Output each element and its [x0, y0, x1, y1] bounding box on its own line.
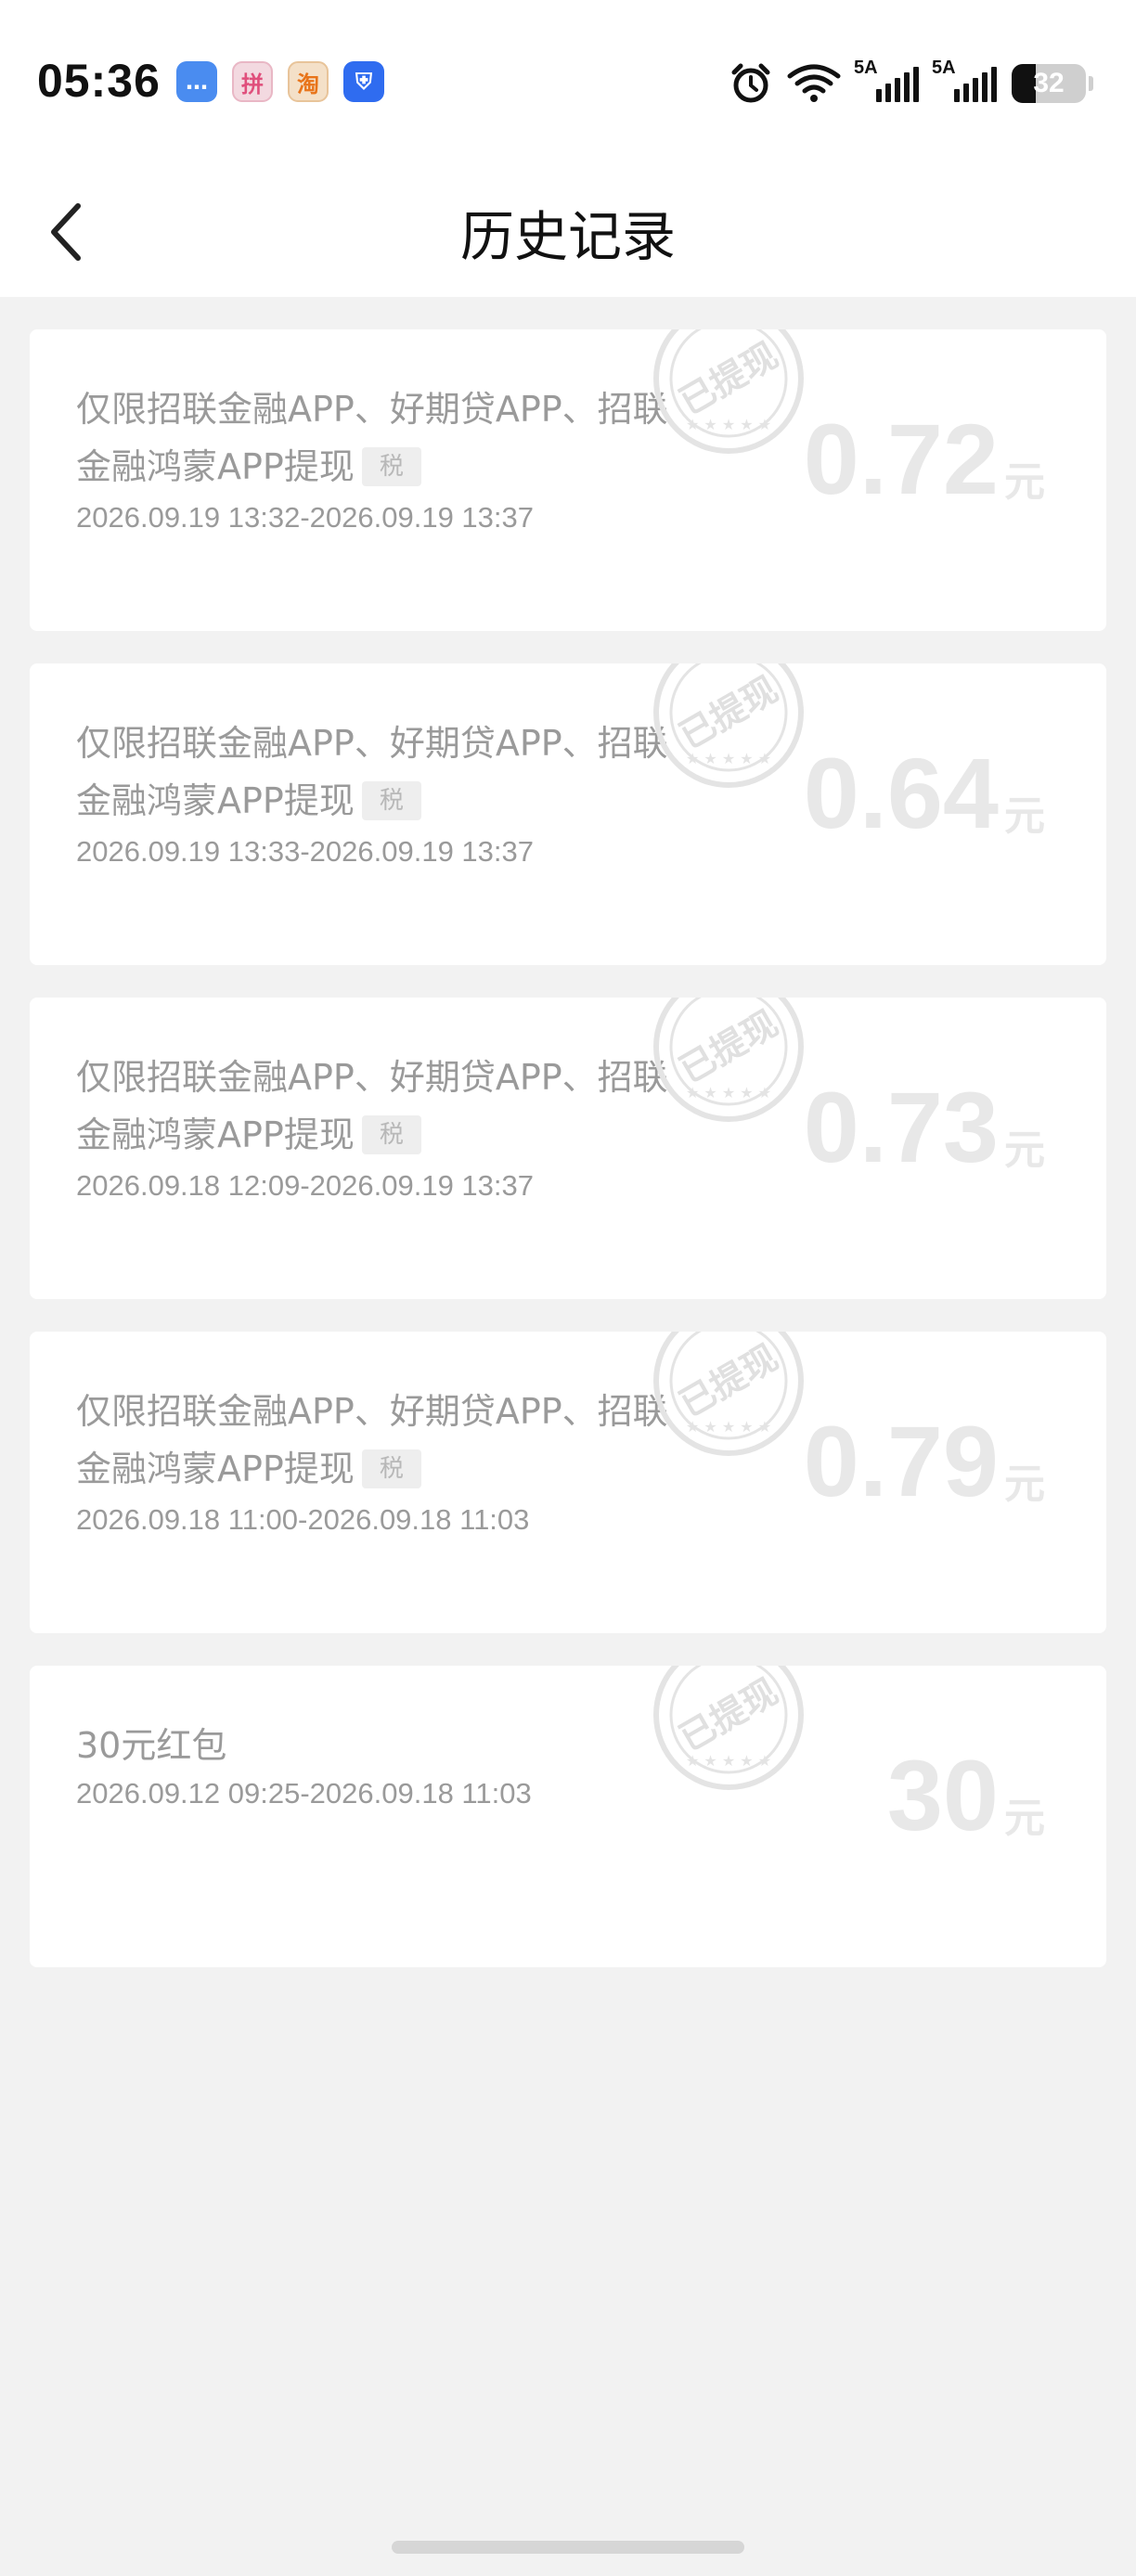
- record-description: 仅限招联金融APP、好期贷APP、招联金融鸿蒙APP提现税: [76, 1057, 668, 1155]
- tax-badge: 税: [361, 1449, 421, 1488]
- record-list: 仅限招联金融APP、好期贷APP、招联金融鸿蒙APP提现税 2026.09.19…: [30, 329, 1106, 2000]
- svg-text:已提现: 已提现: [673, 1002, 785, 1090]
- record-period: 2026.09.18 11:00-2026.09.18 11:03: [76, 1503, 530, 1536]
- record-card[interactable]: 仅限招联金融APP、好期贷APP、招联金融鸿蒙APP提现税 2026.09.18…: [30, 998, 1106, 1299]
- wifi-icon: [787, 64, 841, 102]
- withdrawn-stamp-icon: 已提现 ★ ★ ★ ★ ★: [653, 663, 804, 788]
- home-indicator[interactable]: [392, 2541, 744, 2554]
- svg-text:已提现: 已提现: [673, 1336, 785, 1424]
- record-period: 2026.09.19 13:33-2026.09.19 13:37: [76, 835, 535, 868]
- record-amount: 0.73 元: [803, 1071, 1045, 1183]
- record-description: 30元红包: [76, 1725, 227, 1766]
- message-app-icon: …: [176, 61, 217, 102]
- pinduoduo-app-icon: 拼: [232, 61, 273, 102]
- withdrawn-stamp-icon: 已提现 ★ ★ ★ ★ ★: [653, 998, 804, 1122]
- alarm-icon: [731, 63, 770, 103]
- signal-icon: 5A: [854, 58, 919, 102]
- taobao-app-icon: 淘: [288, 61, 329, 102]
- svg-text:★ ★ ★ ★ ★: ★ ★ ★ ★ ★: [686, 1418, 771, 1436]
- withdrawn-stamp-icon: 已提现 ★ ★ ★ ★ ★: [653, 1332, 804, 1456]
- record-card[interactable]: 仅限招联金融APP、好期贷APP、招联金融鸿蒙APP提现税 2026.09.19…: [30, 329, 1106, 631]
- record-card[interactable]: 仅限招联金融APP、好期贷APP、招联金融鸿蒙APP提现税 2026.09.19…: [30, 663, 1106, 965]
- withdrawn-stamp-icon: 已提现 ★ ★ ★ ★ ★: [653, 329, 804, 454]
- record-description: 仅限招联金融APP、好期贷APP、招联金融鸿蒙APP提现税: [76, 389, 668, 487]
- svg-text:★ ★ ★ ★ ★: ★ ★ ★ ★ ★: [686, 416, 771, 433]
- security-app-icon: ⛨: [343, 61, 384, 102]
- record-card[interactable]: 仅限招联金融APP、好期贷APP、招联金融鸿蒙APP提现税 2026.09.18…: [30, 1332, 1106, 1633]
- battery-icon: 32: [1012, 64, 1086, 103]
- record-amount: 30 元: [886, 1739, 1045, 1851]
- record-period: 2026.09.18 12:09-2026.09.19 13:37: [76, 1169, 535, 1202]
- status-icons: 5A 5A 32: [729, 58, 1093, 108]
- record-amount: 0.64 元: [803, 737, 1045, 849]
- withdrawn-stamp-icon: 已提现 ★ ★ ★ ★ ★: [653, 1666, 804, 1790]
- tax-badge: 税: [361, 780, 421, 820]
- signal-icon: 5A: [932, 58, 997, 102]
- svg-text:★ ★ ★ ★ ★: ★ ★ ★ ★ ★: [686, 1752, 771, 1770]
- record-card[interactable]: 30元红包 2026.09.12 09:25-2026.09.18 11:03 …: [30, 1666, 1106, 1967]
- record-description: 仅限招联金融APP、好期贷APP、招联金融鸿蒙APP提现税: [76, 1391, 668, 1489]
- svg-text:已提现: 已提现: [673, 1670, 785, 1758]
- svg-text:已提现: 已提现: [673, 668, 785, 756]
- record-period: 2026.09.19 13:32-2026.09.19 13:37: [76, 501, 535, 534]
- nav-bar: 历史记录: [0, 167, 1136, 297]
- tax-badge: 税: [361, 446, 421, 486]
- svg-text:★ ★ ★ ★ ★: ★ ★ ★ ★ ★: [686, 750, 771, 767]
- page-title: 历史记录: [459, 205, 676, 268]
- tax-badge: 税: [361, 1114, 421, 1154]
- clock: 05:36: [37, 55, 161, 107]
- record-period: 2026.09.12 09:25-2026.09.18 11:03: [76, 1777, 532, 1810]
- record-amount: 0.79 元: [803, 1405, 1045, 1517]
- svg-text:已提现: 已提现: [673, 334, 785, 422]
- record-description: 仅限招联金融APP、好期贷APP、招联金融鸿蒙APP提现税: [76, 723, 668, 821]
- status-bar: 05:36 … 拼 淘 ⛨ 5A 5A 32: [0, 0, 1136, 167]
- svg-text:★ ★ ★ ★ ★: ★ ★ ★ ★ ★: [686, 1084, 771, 1101]
- record-amount: 0.72 元: [803, 403, 1045, 515]
